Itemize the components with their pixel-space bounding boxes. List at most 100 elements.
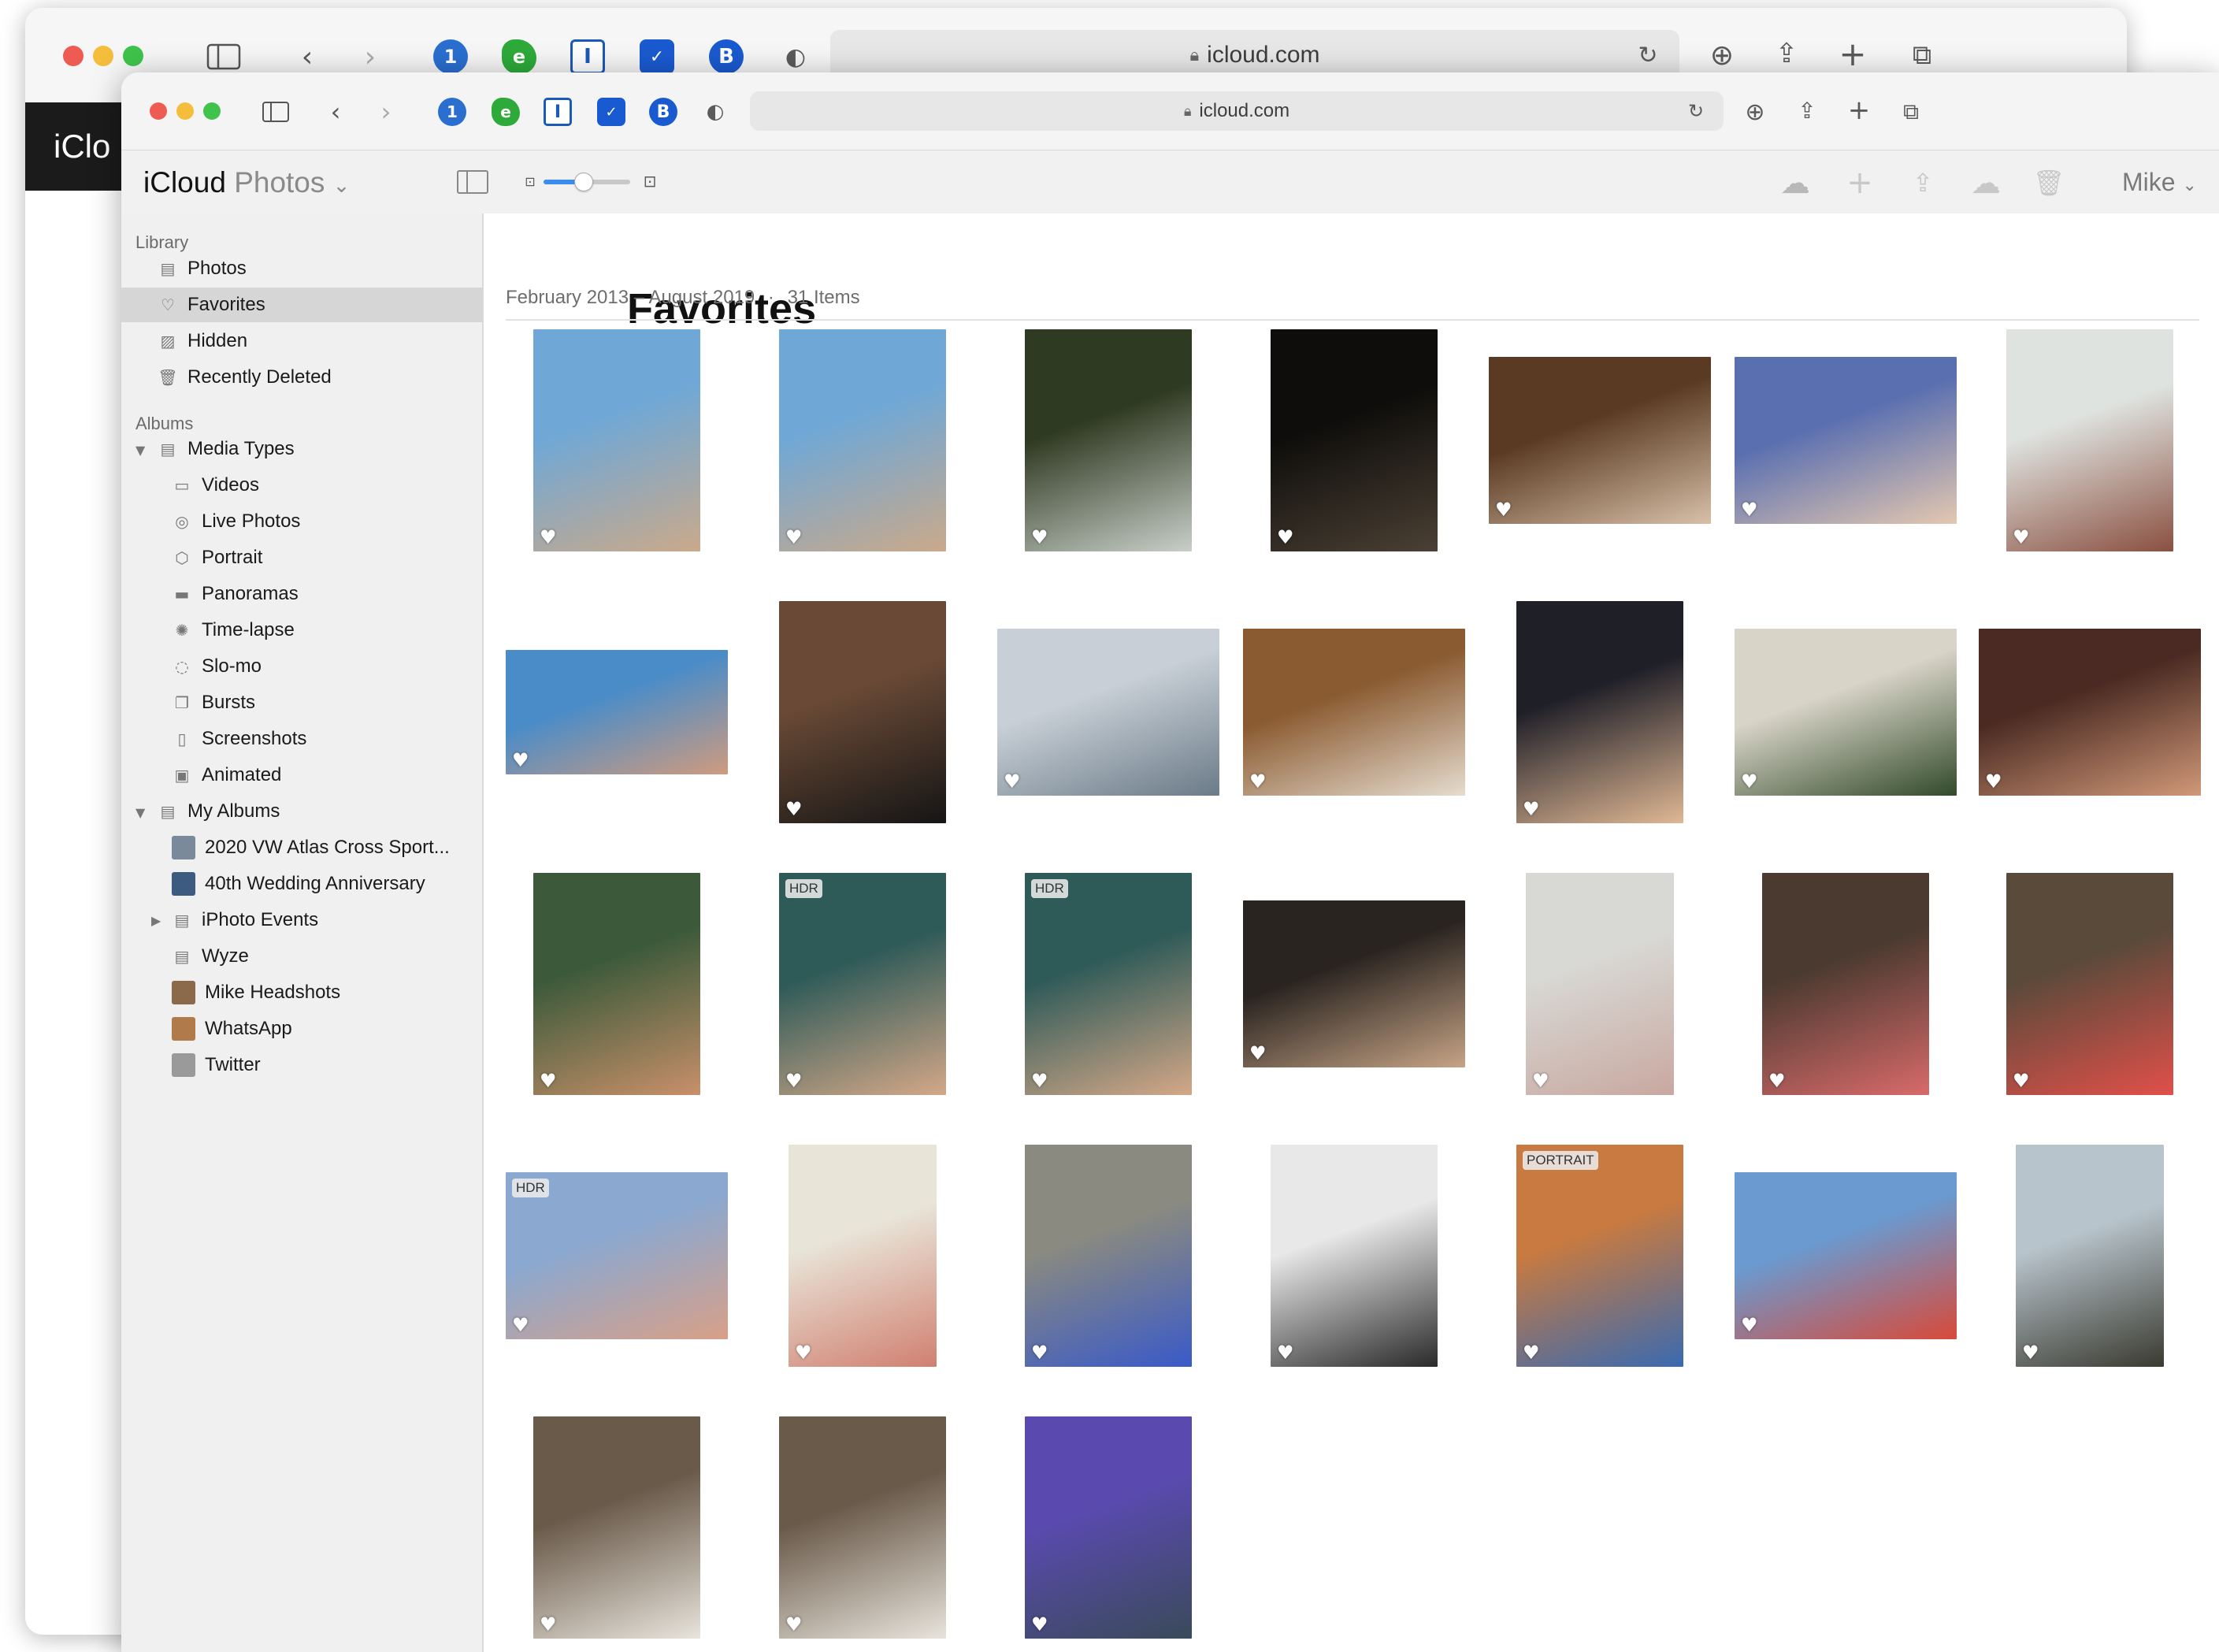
photo-thumbnail[interactable]: ♥: [997, 629, 1219, 796]
sidebar-item-media-types[interactable]: ▤ Media Types: [121, 432, 482, 466]
minimize-button[interactable]: [176, 102, 194, 120]
photo-thumbnail[interactable]: ♥: [1735, 1172, 1957, 1339]
photo-thumbnail[interactable]: ♥ HDR: [1025, 873, 1192, 1095]
minimize-button[interactable]: [93, 46, 113, 66]
photo-thumbnail[interactable]: ♥: [1243, 900, 1465, 1067]
sidebar-item-time-lapse[interactable]: ✺ Time-lapse: [121, 613, 482, 648]
privacy-shield-icon[interactable]: ◐: [701, 98, 729, 126]
bitwarden-icon[interactable]: B: [709, 39, 744, 74]
sidebar-toggle-icon[interactable]: [260, 96, 291, 128]
photo-thumbnail[interactable]: ♥: [506, 650, 728, 774]
sidebar-toggle-icon[interactable]: [205, 38, 243, 76]
reload-icon[interactable]: ↻: [1632, 39, 1664, 71]
forward-icon[interactable]: ›: [354, 38, 386, 76]
zoom-button[interactable]: [203, 102, 221, 120]
zoom-out-icon[interactable]: ⊡: [521, 173, 539, 190]
photo-thumbnail[interactable]: ♥: [779, 329, 946, 551]
downloads-icon[interactable]: ⊕: [1703, 36, 1741, 74]
sidebar-item-40th-wedding-anniversary[interactable]: 40th Wedding Anniversary: [121, 867, 482, 901]
privacy-shield-icon[interactable]: ◐: [778, 39, 813, 74]
zoom-button[interactable]: [123, 46, 143, 66]
sidebar-item-favorites[interactable]: ♡ Favorites: [121, 288, 482, 322]
photo-thumbnail[interactable]: ♥: [779, 1416, 946, 1639]
sidebar-item-live-photos[interactable]: ◎ Live Photos: [121, 504, 482, 539]
photo-thumbnail[interactable]: ♥: [2006, 329, 2173, 551]
photo-thumbnail[interactable]: ♥: [1025, 1145, 1192, 1367]
close-button[interactable]: [63, 46, 83, 66]
photo-thumbnail[interactable]: ♥ PORTRAIT: [1516, 1145, 1683, 1367]
zoom-in-icon[interactable]: ⊡: [640, 171, 660, 191]
address-bar[interactable]: 🔒︎ icloud.com: [750, 91, 1724, 131]
instapaper-icon[interactable]: I: [570, 39, 605, 74]
photo-thumbnail[interactable]: ♥: [1243, 629, 1465, 796]
share-icon[interactable]: ⇪: [1791, 95, 1823, 126]
disclosure-expanded-icon[interactable]: ▼: [135, 443, 145, 458]
onepassword-icon[interactable]: 1: [433, 39, 468, 74]
disclosure-expanded-icon[interactable]: ▼: [135, 805, 145, 820]
zoom-slider[interactable]: [544, 173, 630, 191]
share-icon[interactable]: ⇪: [1905, 165, 1941, 201]
photo-thumbnail[interactable]: ♥: [1489, 357, 1711, 524]
download-icon[interactable]: ☁: [1965, 165, 2007, 201]
sidebar-item-slo-mo[interactable]: ◌ Slo-mo: [121, 649, 482, 684]
user-menu[interactable]: Mike ⌄: [2122, 168, 2197, 197]
sidebar-item-screenshots[interactable]: ▯ Screenshots: [121, 722, 482, 756]
sidebar-item-mike-headshots[interactable]: Mike Headshots: [121, 975, 482, 1010]
sidebar-item-photos[interactable]: ▤ Photos: [121, 251, 482, 286]
sidebar-item-animated[interactable]: ▣ Animated: [121, 758, 482, 793]
disclosure-collapsed-icon[interactable]: ▶: [151, 913, 161, 928]
close-button[interactable]: [150, 102, 167, 120]
sidebar-item-videos[interactable]: ▭ Videos: [121, 468, 482, 503]
photo-thumbnail[interactable]: ♥: [1979, 629, 2201, 796]
photo-thumbnail[interactable]: ♥: [1762, 873, 1929, 1095]
sidebar-item-2020-vw-atlas-cross-sport[interactable]: 2020 VW Atlas Cross Sport...: [121, 830, 482, 865]
photo-thumbnail[interactable]: ♥: [2006, 873, 2173, 1095]
photo-thumbnail[interactable]: ♥: [779, 601, 946, 823]
sidebar-item-bursts[interactable]: ❐ Bursts: [121, 685, 482, 720]
photo-thumbnail[interactable]: ♥: [789, 1145, 937, 1367]
photo-thumbnail[interactable]: ♥: [533, 1416, 700, 1639]
upload-icon[interactable]: ☁: [1774, 165, 1816, 201]
browser-window[interactable]: ‹ › 1 e I ✓ B ◐ 🔒︎ icloud.com ↻ ⊕ ⇪ + ⧉ …: [121, 72, 2219, 1652]
sidebar-item-portrait[interactable]: ⬡ Portrait: [121, 540, 482, 575]
new-tab-icon[interactable]: +: [1843, 95, 1875, 126]
sidebar-item-hidden[interactable]: ▨ Hidden: [121, 324, 482, 358]
photo-thumbnail[interactable]: ♥: [1271, 1145, 1438, 1367]
sidebar-item-twitter[interactable]: Twitter: [121, 1048, 482, 1082]
pocket-icon[interactable]: ✓: [597, 98, 625, 126]
photo-thumbnail[interactable]: ♥ HDR: [506, 1172, 728, 1339]
photo-thumbnail[interactable]: ♥: [1516, 601, 1683, 823]
back-icon[interactable]: ‹: [291, 38, 323, 76]
sidebar-item-iphoto-events[interactable]: ▤ iPhoto Events: [121, 903, 482, 937]
photo-thumbnail[interactable]: ♥ HDR: [779, 873, 946, 1095]
forward-icon[interactable]: ›: [372, 96, 400, 128]
photo-thumbnail[interactable]: ♥: [1025, 329, 1192, 551]
app-title[interactable]: iCloud Photos ⌄: [143, 166, 350, 199]
sidebar-toggle-icon[interactable]: [455, 168, 490, 196]
bitwarden-icon[interactable]: B: [649, 98, 677, 126]
photo-thumbnail[interactable]: ♥: [1025, 1416, 1192, 1639]
trash-icon[interactable]: 🗑︎: [2031, 165, 2067, 201]
downloads-icon[interactable]: ⊕: [1739, 96, 1771, 128]
share-icon[interactable]: ⇪: [1768, 35, 1805, 72]
tab-overview-icon[interactable]: ⧉: [1903, 36, 1941, 74]
tab-overview-icon[interactable]: ⧉: [1895, 96, 1927, 128]
evernote-icon[interactable]: e: [492, 98, 520, 126]
new-tab-icon[interactable]: +: [1834, 35, 1872, 73]
sidebar-item-my-albums[interactable]: ▤ My Albums: [121, 794, 482, 829]
sidebar-item-panoramas[interactable]: ▬ Panoramas: [121, 577, 482, 611]
sidebar-item-recently-deleted[interactable]: 🗑︎ Recently Deleted: [121, 360, 482, 395]
photo-thumbnail[interactable]: ♥: [1735, 629, 1957, 796]
photo-thumbnail[interactable]: ♥: [1526, 873, 1674, 1095]
photo-thumbnail[interactable]: ♥: [533, 329, 700, 551]
zoom-slider-knob[interactable]: [573, 173, 593, 191]
reload-icon[interactable]: ↻: [1683, 98, 1709, 124]
photo-thumbnail[interactable]: ♥: [533, 873, 700, 1095]
evernote-icon[interactable]: e: [502, 39, 536, 74]
sidebar-item-whatsapp[interactable]: WhatsApp: [121, 1012, 482, 1046]
photo-thumbnail[interactable]: ♥: [1735, 357, 1957, 524]
back-icon[interactable]: ‹: [321, 96, 350, 128]
photo-thumbnail[interactable]: ♥: [2016, 1145, 2164, 1367]
onepassword-icon[interactable]: 1: [438, 98, 466, 126]
instapaper-icon[interactable]: I: [544, 98, 572, 126]
